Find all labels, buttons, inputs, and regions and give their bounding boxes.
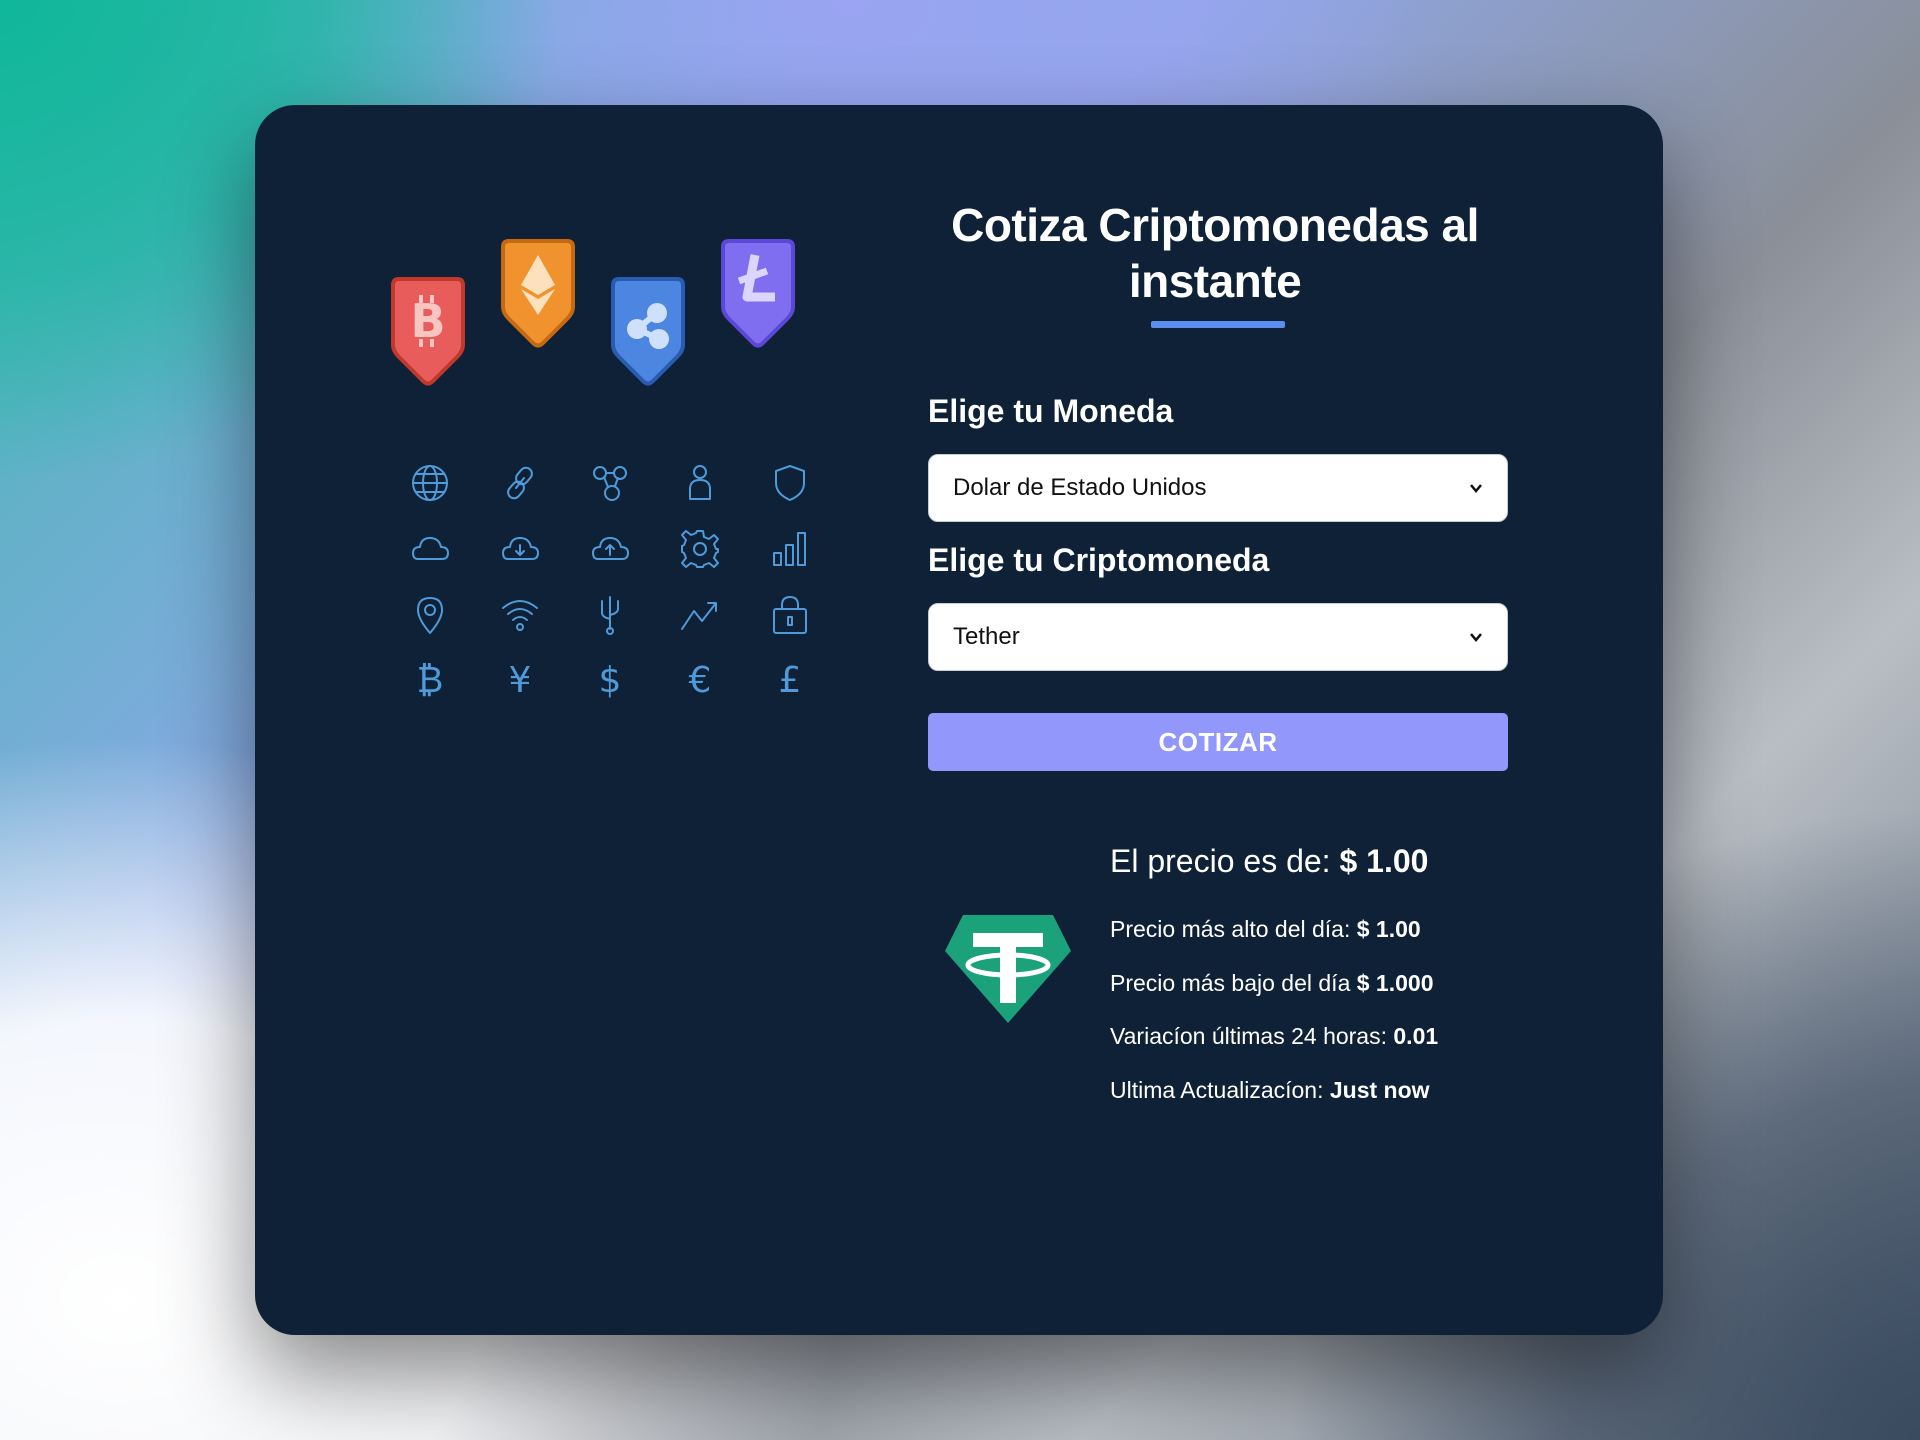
currency-select-value: Dolar de Estado Unidos	[953, 474, 1207, 501]
feature-icon-grid: ₿ ¥ $ € £	[385, 450, 845, 714]
change-line: Variacíon últimas 24 horas: 0.01	[1110, 1023, 1438, 1050]
high-value: $ 1.00	[1356, 916, 1421, 942]
updated-line: Ultima Actualizacíon: Just now	[1110, 1077, 1430, 1104]
ripple-badge-icon	[611, 277, 685, 386]
user-icon	[689, 465, 711, 500]
crypto-select-value: Tether	[953, 623, 1020, 650]
currency-label: Elige tu Moneda	[928, 393, 1174, 429]
bitcoin-icon: ₿	[416, 660, 444, 701]
updated-label: Ultima Actualizacíon:	[1110, 1077, 1324, 1103]
cloud-icon	[412, 537, 449, 560]
yen-icon: ¥	[508, 660, 532, 701]
usb-icon	[601, 596, 619, 635]
low-value: $ 1.000	[1356, 970, 1434, 996]
change-label: Variacíon últimas 24 horas:	[1110, 1023, 1387, 1049]
updated-value: Just now	[1329, 1077, 1430, 1103]
crypto-badges: B	[385, 239, 815, 415]
page-title: Cotiza Criptomonedas al instante	[951, 199, 1479, 307]
currency-select[interactable]: Dolar de Estado Unidos	[928, 454, 1508, 522]
price-value: $ 1.00	[1339, 843, 1429, 879]
dollar-icon: $	[598, 660, 622, 701]
shield-icon	[775, 465, 805, 501]
change-value: 0.01	[1393, 1023, 1439, 1049]
high-label: Precio más alto del día:	[1110, 916, 1351, 942]
title-underline	[1151, 321, 1285, 328]
main-card: B ₿ ¥ $ € £ Cotiza Criptomonedas al inst…	[255, 105, 1663, 1335]
euro-icon: €	[688, 660, 712, 701]
crypto-label: Elige tu Criptomoneda	[928, 542, 1270, 578]
location-pin-icon	[417, 597, 443, 634]
price-line: El precio es de: $ 1.00	[1110, 843, 1428, 880]
cloud-upload-icon	[592, 537, 629, 560]
chevron-down-icon	[1470, 484, 1482, 493]
low-label: Precio más bajo del día	[1110, 970, 1351, 996]
lock-icon	[773, 596, 807, 634]
bar-chart-icon	[773, 532, 806, 566]
litecoin-badge-icon	[721, 239, 795, 348]
high-line: Precio más alto del día: $ 1.00	[1110, 916, 1421, 943]
ethereum-badge-icon	[501, 239, 575, 348]
low-line: Precio más bajo del día $ 1.000	[1110, 970, 1434, 997]
globe-icon	[412, 465, 448, 501]
network-icon	[593, 466, 627, 501]
wifi-icon	[502, 600, 538, 631]
gear-icon	[681, 530, 719, 568]
crypto-select[interactable]: Tether	[928, 603, 1508, 671]
chevron-down-icon	[1470, 633, 1482, 642]
cloud-download-icon	[502, 537, 539, 560]
tether-logo-icon	[945, 915, 1071, 1023]
pound-icon: £	[778, 660, 802, 701]
cotizar-button[interactable]: COTIZAR	[928, 713, 1508, 771]
link-icon	[507, 466, 533, 500]
bitcoin-badge-icon: B	[391, 277, 465, 386]
trend-up-icon	[681, 602, 717, 630]
price-label: El precio es de:	[1110, 843, 1331, 879]
svg-text:B: B	[410, 294, 445, 348]
